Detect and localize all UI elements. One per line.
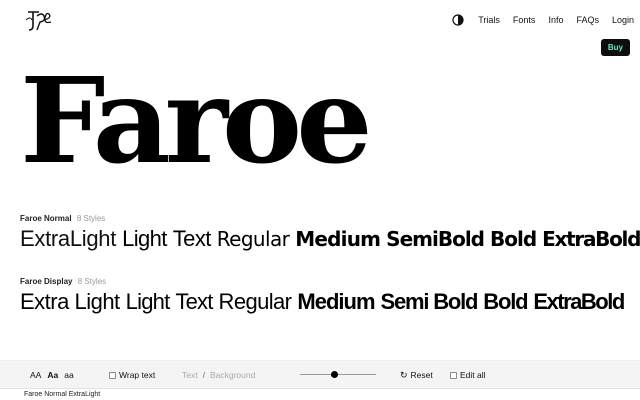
background-color-button[interactable]: Background: [210, 370, 255, 380]
wrap-text-toggle[interactable]: Wrap text: [109, 370, 155, 380]
wrap-text-label: Wrap text: [119, 370, 156, 380]
style-medium[interactable]: Medium: [297, 290, 375, 314]
family-sample[interactable]: ExtraLight Light Text Regular Medium Sem…: [20, 227, 640, 252]
slider-knob[interactable]: [331, 371, 339, 378]
style-bold[interactable]: Bold: [483, 290, 528, 314]
reset-icon: ↻: [400, 370, 408, 380]
logo-mark-icon: [25, 11, 52, 31]
style-light[interactable]: Light: [122, 227, 167, 251]
case-lower-button[interactable]: aa: [64, 370, 73, 380]
reset-button[interactable]: ↻ Reset: [400, 370, 433, 380]
style-bold[interactable]: Bold: [490, 227, 537, 251]
family-faroe-display[interactable]: Faroe Display 8 Styles Extra Light Light…: [20, 277, 625, 314]
edit-all-checkbox[interactable]: [450, 372, 457, 379]
current-font-name: Faroe Normal ExtraLight: [24, 391, 101, 398]
case-selector: AA Aa aa: [30, 370, 74, 380]
style-extrabold[interactable]: ExtraBold: [533, 290, 625, 314]
edit-all-label: Edit all: [460, 370, 486, 380]
text-color-button[interactable]: Text: [182, 370, 198, 380]
type-tester-toolbar: AA Aa aa Wrap text Text / Background ↻ Rese…: [0, 360, 640, 388]
style-semibold[interactable]: SemiBold: [386, 227, 485, 251]
color-selector: Text / Background: [182, 370, 255, 380]
nav-faqs[interactable]: FAQs: [576, 14, 599, 26]
style-extrabold[interactable]: ExtraBold: [542, 227, 640, 251]
nav-login[interactable]: Login: [612, 14, 634, 26]
family-name: Faroe Normal: [20, 214, 72, 223]
contrast-toggle-icon[interactable]: [452, 14, 464, 26]
style-text[interactable]: Text: [175, 290, 213, 314]
wrap-text-checkbox[interactable]: [109, 372, 116, 379]
edit-all-toggle[interactable]: Edit all: [450, 370, 486, 380]
style-regular[interactable]: Regular: [217, 227, 290, 251]
style-medium[interactable]: Medium: [295, 227, 381, 251]
style-extra-light[interactable]: Extra Light: [20, 290, 120, 314]
family-name: Faroe Display: [20, 277, 73, 286]
buy-button[interactable]: Buy: [600, 39, 630, 56]
family-sample[interactable]: Extra Light Light Text Regular Medium Se…: [20, 290, 625, 314]
hero-title: Faroe: [20, 51, 373, 190]
case-title-button[interactable]: Aa: [47, 370, 58, 380]
logo[interactable]: [22, 6, 54, 34]
nav-trials[interactable]: Trials: [478, 14, 500, 26]
case-upper-button[interactable]: AA: [30, 370, 41, 380]
reset-label: Reset: [410, 370, 433, 380]
style-extralight[interactable]: ExtraLight: [20, 227, 116, 251]
style-light[interactable]: Light: [126, 290, 171, 314]
style-semi-bold[interactable]: Semi Bold: [381, 290, 479, 314]
style-regular[interactable]: Regular: [219, 290, 292, 314]
nav-info[interactable]: Info: [548, 14, 563, 26]
nav-fonts[interactable]: Fonts: [513, 14, 536, 26]
size-slider[interactable]: [300, 371, 376, 378]
color-separator: /: [202, 370, 205, 380]
style-text[interactable]: Text: [173, 227, 212, 251]
top-nav: Trials Fonts Info FAQs Login: [452, 14, 634, 26]
family-style-count: 8 Styles: [77, 277, 107, 286]
family-style-count: 8 Styles: [76, 214, 106, 223]
status-bar: Faroe Normal ExtraLight: [0, 388, 640, 400]
family-faroe-normal[interactable]: Faroe Normal 8 Styles ExtraLight Light T…: [20, 214, 640, 251]
